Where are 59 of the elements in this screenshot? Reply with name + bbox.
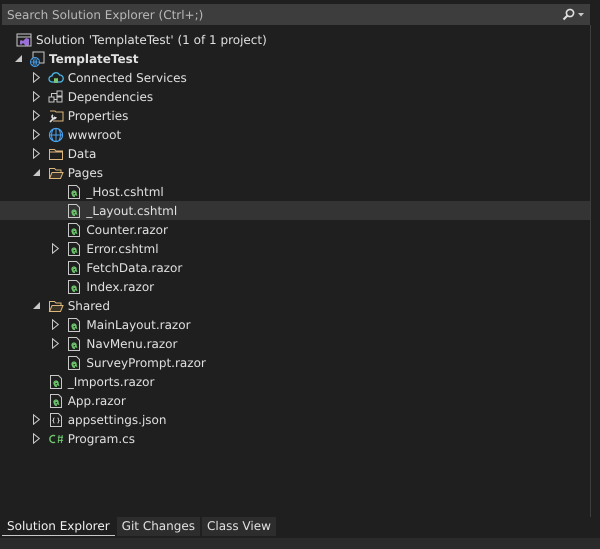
solution-icon xyxy=(16,32,32,48)
razor-file-icon xyxy=(48,374,64,390)
expand-arrow-icon[interactable] xyxy=(33,148,40,159)
tree-item[interactable]: Connected Services xyxy=(0,68,590,87)
expand-arrow-icon[interactable] xyxy=(33,414,40,425)
expand-arrow-icon[interactable] xyxy=(52,338,59,349)
razor-file-icon xyxy=(66,278,82,294)
expand-arrow-icon[interactable] xyxy=(33,72,40,83)
collapse-arrow-icon[interactable] xyxy=(33,169,40,176)
json-file-icon xyxy=(48,412,64,428)
expand-arrow-icon[interactable] xyxy=(33,110,40,121)
search-icon[interactable] xyxy=(562,8,575,21)
tree-item[interactable]: Dependencies xyxy=(0,87,590,106)
dependencies-icon xyxy=(48,88,64,104)
tree-item[interactable]: Solution 'TemplateTest' (1 of 1 project) xyxy=(0,30,590,49)
tree-item[interactable]: FetchData.razor xyxy=(0,258,590,277)
search-box[interactable]: Search Solution Explorer (Ctrl+;) xyxy=(2,4,590,25)
expand-arrow-icon[interactable] xyxy=(52,243,59,254)
razor-file-icon xyxy=(66,240,82,256)
collapse-arrow-icon[interactable] xyxy=(14,55,22,62)
tree-item[interactable]: _Imports.razor xyxy=(0,372,590,391)
razor-file-icon xyxy=(66,260,82,276)
razor-file-icon xyxy=(66,354,82,370)
tree-item[interactable]: _Layout.cshtml xyxy=(0,201,590,220)
panel-tab[interactable]: Class View xyxy=(202,517,276,536)
tree-item[interactable]: Program.cs xyxy=(0,429,590,448)
razor-file-icon xyxy=(66,184,82,200)
tree-item[interactable]: Shared xyxy=(0,296,590,315)
tree-item[interactable]: _Host.cshtml xyxy=(0,182,590,201)
expand-arrow-icon[interactable] xyxy=(33,129,40,140)
expand-arrow-icon[interactable] xyxy=(33,433,40,444)
tree-item[interactable]: Index.razor xyxy=(0,277,590,296)
globe-project-icon xyxy=(29,50,45,66)
expand-arrow-icon[interactable] xyxy=(33,91,40,102)
razor-file-icon xyxy=(66,336,82,352)
tree-item[interactable]: MainLayout.razor xyxy=(0,315,590,334)
globe-icon xyxy=(48,126,64,142)
tree-item[interactable]: wwwroot xyxy=(0,125,590,144)
cloud-icon xyxy=(48,70,64,86)
razor-file-icon xyxy=(66,222,82,238)
tree-item[interactable]: SurveyPrompt.razor xyxy=(0,353,590,372)
tree-item[interactable]: NavMenu.razor xyxy=(0,334,590,353)
razor-file-icon xyxy=(48,392,64,408)
tree-item[interactable]: appsettings.json xyxy=(0,410,590,429)
tree-item[interactable]: Properties xyxy=(0,106,590,125)
tree-item[interactable]: Pages xyxy=(0,163,590,182)
search-field[interactable]: Search Solution Explorer (Ctrl+;) xyxy=(7,8,562,22)
tree-item[interactable]: App.razor xyxy=(0,391,590,410)
dropdown-caret-icon[interactable] xyxy=(578,12,584,16)
tree-item[interactable]: Data xyxy=(0,144,590,163)
panel-tab[interactable]: Git Changes xyxy=(116,517,200,536)
wrench-folder-icon xyxy=(48,108,64,124)
razor-file-icon xyxy=(66,202,82,218)
collapse-arrow-icon[interactable] xyxy=(33,302,40,309)
tree-item[interactable]: TemplateTest xyxy=(0,49,590,68)
razor-file-icon xyxy=(66,316,82,332)
tree-item[interactable]: Counter.razor xyxy=(0,220,590,239)
expand-arrow-icon[interactable] xyxy=(52,319,59,330)
tree-item[interactable]: Error.cshtml xyxy=(0,239,590,258)
